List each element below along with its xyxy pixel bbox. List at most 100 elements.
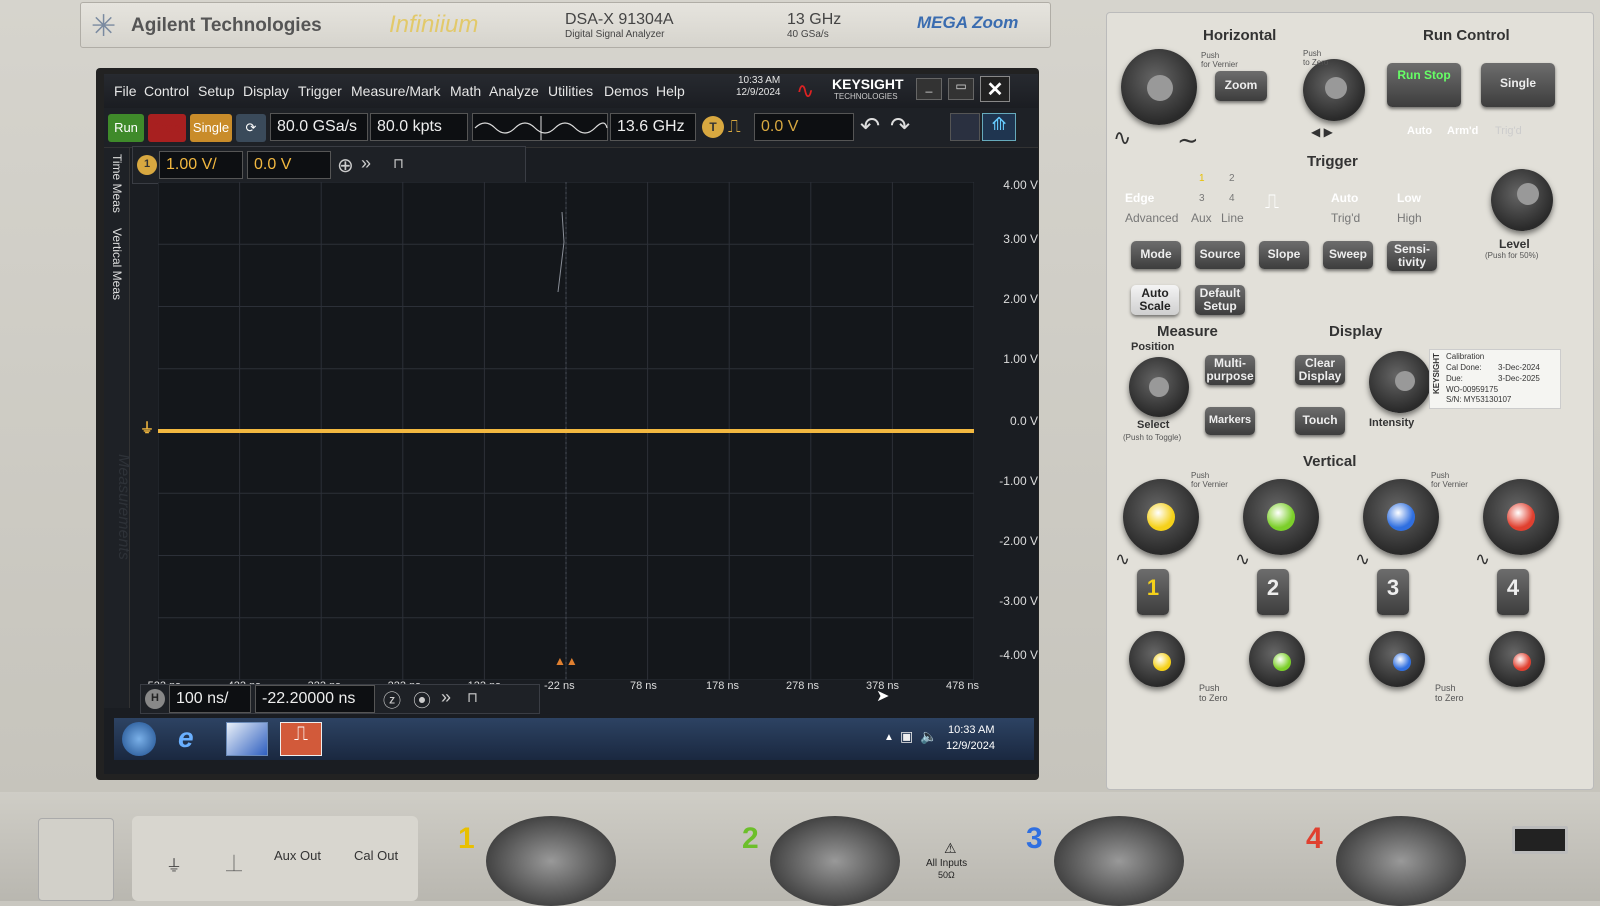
ch1-offset-knob[interactable] bbox=[1129, 631, 1185, 687]
network-icon[interactable]: ▣ bbox=[900, 728, 913, 745]
channel-1-bar: 1 1.00 V/ 0.0 V ⊕ » ⊓ bbox=[132, 146, 526, 184]
wave-icon: ∿ bbox=[1235, 549, 1251, 569]
menu-display[interactable]: Display bbox=[243, 83, 289, 99]
single-button[interactable]: Single bbox=[190, 114, 232, 142]
expand-icon[interactable]: » bbox=[361, 153, 371, 174]
ch3-scale-knob[interactable] bbox=[1363, 479, 1439, 555]
minimize-button[interactable]: _ bbox=[916, 78, 942, 100]
timebase-scale-field[interactable]: 100 ns/ bbox=[169, 685, 251, 713]
model-subtitle: Digital Signal Analyzer bbox=[565, 29, 665, 40]
memory-depth-field[interactable]: 80.0 kpts bbox=[370, 113, 468, 141]
ground-marker-icon[interactable]: ⏚ bbox=[140, 418, 154, 438]
single-button-panel[interactable]: Single bbox=[1481, 63, 1555, 107]
markers-button[interactable]: Markers bbox=[1205, 407, 1255, 435]
vertical-meas-tab[interactable]: Vertical Meas bbox=[110, 228, 124, 300]
menu-measure-mark[interactable]: Measure/Mark bbox=[351, 83, 440, 99]
trigger-source-button[interactable]: Source bbox=[1195, 241, 1245, 269]
ch4-scale-knob[interactable] bbox=[1483, 479, 1559, 555]
autoscale-icon[interactable]: ⟳ bbox=[236, 114, 266, 142]
trigger-slope-button[interactable]: Slope bbox=[1259, 241, 1309, 269]
pointer-mode-icon[interactable] bbox=[950, 113, 980, 141]
multipurpose-button[interactable]: Multi- purpose bbox=[1205, 355, 1255, 385]
stop-button[interactable]: Stop bbox=[148, 114, 186, 142]
rising-edge-icon[interactable]: ⎍ bbox=[728, 116, 741, 137]
run-button[interactable]: Run bbox=[108, 114, 144, 142]
intensity-knob[interactable] bbox=[1369, 351, 1431, 413]
zoom-button[interactable]: Zoom bbox=[1215, 71, 1267, 101]
trigger-badge[interactable]: T bbox=[702, 116, 724, 138]
input-ch4-connector[interactable] bbox=[1336, 816, 1466, 906]
ch1-scale-knob[interactable] bbox=[1123, 479, 1199, 555]
input-ch2-connector[interactable] bbox=[770, 816, 900, 906]
arrow-left-right-icon: ◀ ▶ bbox=[1311, 125, 1333, 139]
measure-position-knob[interactable] bbox=[1129, 357, 1189, 417]
trigger-level-knob[interactable] bbox=[1491, 169, 1553, 231]
menu-control[interactable]: Control bbox=[144, 83, 189, 99]
ch1-button[interactable]: 1 bbox=[1137, 569, 1169, 615]
ch2-scale-knob[interactable] bbox=[1243, 479, 1319, 555]
ch3-button[interactable]: 3 bbox=[1377, 569, 1409, 615]
menu-math[interactable]: Math bbox=[450, 83, 481, 99]
tray-arrow-icon[interactable]: ▲ bbox=[884, 732, 894, 743]
add-channel-icon[interactable]: ⊕ bbox=[337, 153, 354, 178]
push-zero-ch1: Push to Zero bbox=[1199, 683, 1228, 703]
channel-1-scale-field[interactable]: 1.00 V/ bbox=[159, 151, 243, 179]
y-label: 3.00 V bbox=[1003, 232, 1038, 246]
input-ch1-connector[interactable] bbox=[486, 816, 616, 906]
waveform-mode-icon[interactable]: ⟰ bbox=[982, 113, 1016, 141]
ch3-offset-knob[interactable] bbox=[1369, 631, 1425, 687]
touch-button[interactable]: Touch bbox=[1295, 407, 1345, 435]
keysight-sub: TECHNOLOGIES bbox=[834, 92, 898, 101]
infiniium-app-icon[interactable]: ⎍ bbox=[280, 722, 322, 756]
menu-setup[interactable]: Setup bbox=[198, 83, 235, 99]
menu-demos[interactable]: Demos bbox=[604, 83, 648, 99]
clear-display-button[interactable]: Clear Display bbox=[1295, 355, 1345, 385]
grid-icon[interactable]: ⦿ bbox=[413, 687, 431, 713]
pin-icon[interactable]: ⊓ bbox=[467, 689, 478, 706]
channel-1-badge[interactable]: 1 bbox=[137, 155, 157, 175]
expand-icon[interactable]: » bbox=[441, 687, 451, 708]
trigger-level-field[interactable]: 0.0 V bbox=[754, 113, 854, 141]
ch4-offset-knob[interactable] bbox=[1489, 631, 1545, 687]
channel-1-offset-field[interactable]: 0.0 V bbox=[247, 151, 331, 179]
start-button-icon[interactable] bbox=[122, 722, 156, 756]
input-ch3-connector[interactable] bbox=[1054, 816, 1184, 906]
undo-icon[interactable]: ↶ bbox=[860, 112, 880, 141]
default-setup-button[interactable]: Default Setup bbox=[1195, 285, 1245, 315]
ch4-button[interactable]: 4 bbox=[1497, 569, 1529, 615]
channel-1-trace bbox=[158, 429, 974, 433]
menu-file[interactable]: File bbox=[114, 83, 137, 99]
menu-analyze[interactable]: Analyze bbox=[489, 83, 539, 99]
horizontal-position-knob[interactable] bbox=[1303, 59, 1365, 121]
bandwidth-field[interactable]: 13.6 GHz bbox=[610, 113, 696, 141]
internet-explorer-icon[interactable]: e bbox=[178, 722, 194, 754]
ch2-button[interactable]: 2 bbox=[1257, 569, 1289, 615]
run-stop-button[interactable]: Run Stop bbox=[1387, 63, 1461, 107]
usb-port-icon[interactable] bbox=[1512, 826, 1568, 854]
trigger-sensitivity-button[interactable]: Sensi- tivity bbox=[1387, 241, 1437, 271]
zero-position-icon[interactable]: ⓩ bbox=[383, 687, 401, 713]
auto-scale-button[interactable]: Auto Scale bbox=[1131, 285, 1179, 315]
pin-icon[interactable]: ⊓ bbox=[393, 155, 404, 172]
trigger-position-icon[interactable]: ▲▲ bbox=[554, 654, 578, 668]
redo-icon[interactable]: ↷ bbox=[890, 112, 910, 141]
waveform-plot[interactable] bbox=[157, 181, 975, 681]
volume-icon[interactable]: 🔈 bbox=[920, 728, 937, 745]
menu-utilities[interactable]: Utilities bbox=[548, 83, 593, 99]
trigger-sweep-button[interactable]: Sweep bbox=[1323, 241, 1373, 269]
acquisition-wave-icon[interactable] bbox=[472, 113, 608, 141]
menu-trigger[interactable]: Trigger bbox=[298, 83, 342, 99]
timebase-position-field[interactable]: -22.20000 ns bbox=[255, 685, 375, 713]
cal-sn: S/N: MY53130107 bbox=[1446, 395, 1512, 404]
horizontal-scale-knob[interactable] bbox=[1121, 49, 1197, 125]
app-icon[interactable] bbox=[226, 722, 268, 756]
sample-rate-field[interactable]: 80.0 GSa/s bbox=[270, 113, 368, 141]
horizontal-badge[interactable]: H bbox=[145, 689, 165, 709]
time-meas-tab[interactable]: Time Meas bbox=[110, 154, 124, 213]
menu-help[interactable]: Help bbox=[656, 83, 685, 99]
sample-rate-spec: 40 GSa/s bbox=[787, 29, 829, 40]
ch2-offset-knob[interactable] bbox=[1249, 631, 1305, 687]
close-button[interactable]: ✕ bbox=[980, 76, 1010, 102]
trigger-mode-button[interactable]: Mode bbox=[1131, 241, 1181, 269]
maximize-button[interactable]: ▭ bbox=[948, 78, 974, 100]
